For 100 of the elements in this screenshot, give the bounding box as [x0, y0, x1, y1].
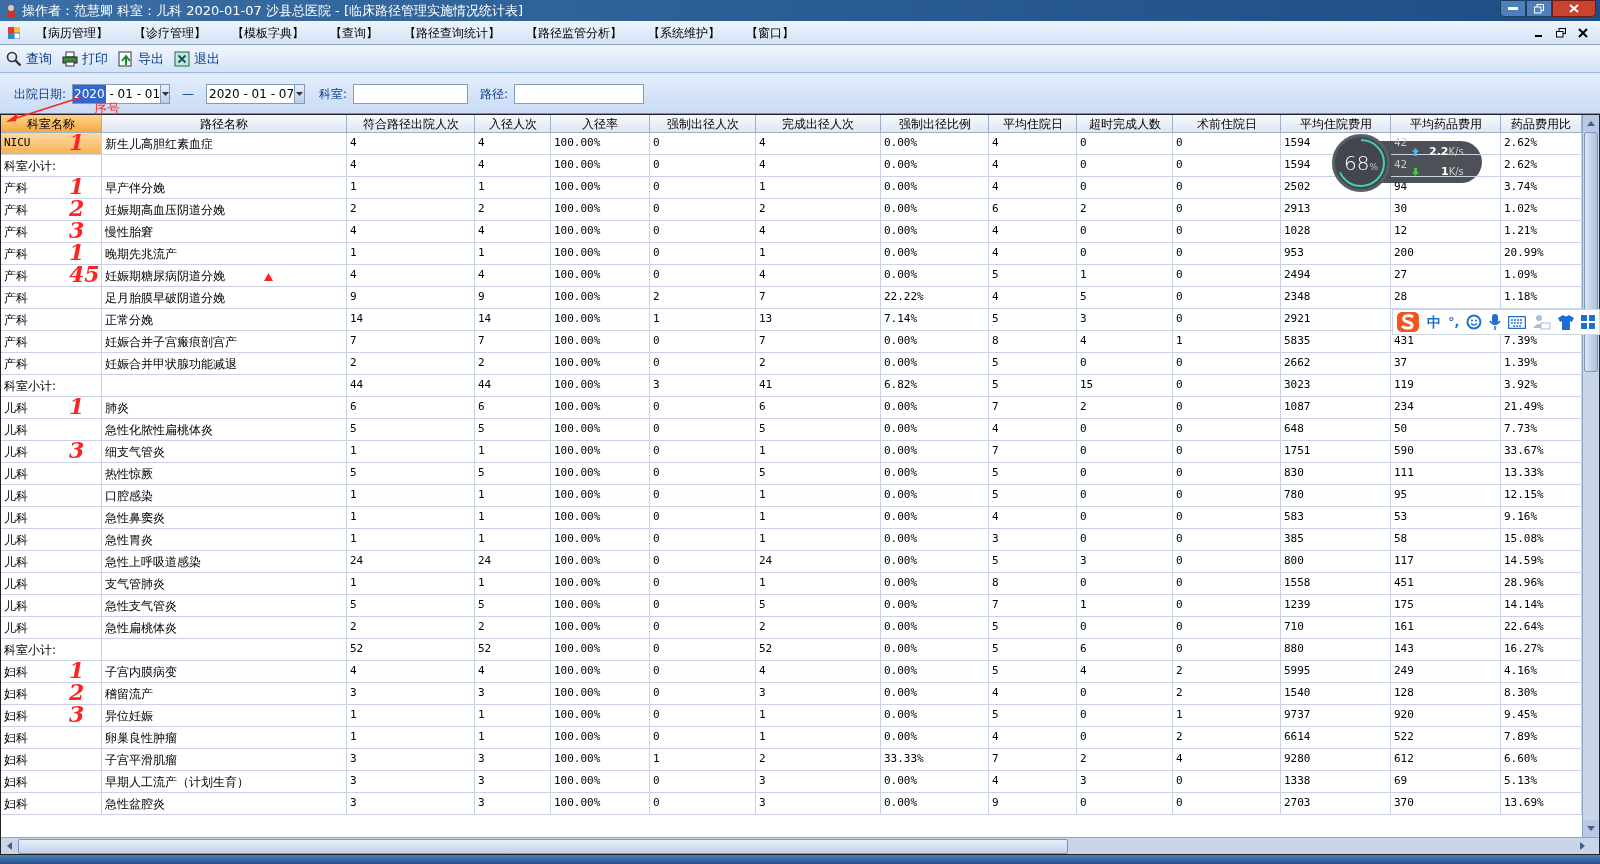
path-field[interactable] — [514, 84, 645, 104]
menu-item[interactable]: 【路径查询统计】 — [404, 23, 500, 42]
restore-icon[interactable] — [1556, 27, 1566, 38]
table-cell[interactable]: 产科 1 — [1, 243, 102, 265]
table-cell[interactable]: 妇科 — [1, 793, 102, 815]
table-cell: 0.00% — [881, 155, 989, 177]
table-cell[interactable]: 妇科 1 — [1, 661, 102, 683]
table-cell[interactable]: 儿科 — [1, 507, 102, 529]
table-cell[interactable]: 儿科 — [1, 617, 102, 639]
table-cell: 4 — [475, 133, 551, 155]
table-cell: 0.00% — [881, 265, 989, 287]
menu-item[interactable]: 【路径监管分析】 — [526, 23, 622, 42]
table-cell[interactable]: 儿科 — [1, 551, 102, 573]
microphone-icon[interactable] — [1489, 314, 1502, 330]
menu-item[interactable]: 【诊疗管理】 — [134, 23, 206, 42]
caret-icon[interactable] — [296, 92, 304, 96]
table-cell: 3 — [475, 771, 551, 793]
column-header[interactable]: 强制出径人次 — [650, 115, 756, 133]
minimize-button[interactable] — [1500, 0, 1526, 17]
table-cell: 慢性胎窘 — [102, 221, 347, 243]
keyboard-icon[interactable] — [1508, 315, 1527, 329]
table-cell[interactable]: 儿科 — [1, 595, 102, 617]
table-cell: 920 — [1391, 705, 1501, 727]
column-header[interactable]: 路径名称 — [102, 115, 347, 133]
menu-item[interactable]: 【模板字典】 — [232, 23, 304, 42]
table-cell: 100.00% — [551, 507, 650, 529]
column-header[interactable]: 超时完成人数 — [1077, 115, 1173, 133]
table-cell[interactable]: 产科 2 — [1, 199, 102, 221]
table-cell[interactable]: 产科 — [1, 287, 102, 309]
smiley-icon[interactable] — [1466, 314, 1483, 330]
toolbar-button[interactable]: 退出 — [174, 48, 220, 69]
table-cell: 0 — [1077, 353, 1173, 375]
scroll-left-icon[interactable] — [7, 842, 12, 850]
vertical-scrollbar[interactable] — [1582, 115, 1599, 837]
punctuation-mode[interactable]: °, — [1447, 312, 1460, 332]
column-header[interactable]: 入径人次 — [475, 115, 551, 133]
table-cell: 58 — [1391, 529, 1501, 551]
input-mode[interactable]: 中 — [1426, 311, 1441, 333]
close-button[interactable] — [1552, 0, 1596, 17]
table-cell: 1 — [347, 705, 475, 727]
maximize-button[interactable] — [1526, 0, 1552, 17]
table-cell: 3 — [1077, 771, 1173, 793]
table-cell[interactable]: 科室小计: — [1, 375, 102, 397]
toolbar-button[interactable]: 导出 — [118, 48, 164, 69]
date-field[interactable]: 2020 - 01 - 07 — [206, 84, 306, 104]
table-cell[interactable]: 妇科 — [1, 749, 102, 771]
table-cell[interactable]: 产科 45 — [1, 265, 102, 287]
table-cell: 0 — [1173, 639, 1281, 661]
table-cell[interactable]: 儿科 — [1, 419, 102, 441]
table-cell[interactable]: NICU 1 — [1, 133, 102, 155]
table-cell[interactable]: 妇科 2 — [1, 683, 102, 705]
table-cell[interactable]: 儿科 — [1, 573, 102, 595]
toolbar-button[interactable]: 查询 — [6, 48, 52, 69]
table-cell: 0 — [1077, 441, 1173, 463]
column-header[interactable]: 完成出径人次 — [756, 115, 881, 133]
table-cell: 0.00% — [881, 397, 989, 419]
table-cell: 0 — [650, 397, 756, 419]
scroll-up-icon[interactable] — [1587, 121, 1595, 126]
table-cell[interactable]: 科室小计: — [1, 639, 102, 661]
column-header[interactable]: 符合路径出院人次 — [347, 115, 475, 133]
column-header[interactable]: 强制出径比例 — [881, 115, 989, 133]
dept-field[interactable] — [353, 84, 469, 104]
table-cell[interactable]: 儿科 — [1, 463, 102, 485]
table-cell[interactable]: 产科 — [1, 309, 102, 331]
menu-item[interactable]: 【查询】 — [330, 23, 378, 42]
close-icon[interactable] — [1578, 27, 1588, 38]
column-header[interactable]: 平均药品费用 — [1391, 115, 1501, 133]
table-cell: 200 — [1391, 243, 1501, 265]
table-cell[interactable]: 儿科 1 — [1, 397, 102, 419]
table-cell[interactable]: 儿科 — [1, 529, 102, 551]
column-header[interactable]: 平均住院日 — [989, 115, 1077, 133]
table-cell[interactable]: 妇科 — [1, 727, 102, 749]
table-cell[interactable]: 产科 — [1, 353, 102, 375]
table-cell[interactable]: 妇科 3 — [1, 705, 102, 727]
menu-item[interactable]: 【窗口】 — [746, 23, 794, 42]
toolbar-button[interactable]: 打印 — [62, 48, 108, 69]
table-cell[interactable]: 科室小计: — [1, 155, 102, 177]
column-header[interactable]: 入径率 — [551, 115, 650, 133]
table-cell: 4 — [756, 265, 881, 287]
table-cell: 4 — [756, 155, 881, 177]
column-header[interactable]: 平均住院费用 — [1281, 115, 1391, 133]
table-cell[interactable]: 儿科 — [1, 485, 102, 507]
shirt-icon[interactable] — [1558, 314, 1575, 330]
table-cell: 100.00% — [551, 485, 650, 507]
menu-item[interactable]: 【病历管理】 — [36, 23, 108, 42]
table-cell[interactable]: 产科 1 — [1, 177, 102, 199]
table-cell[interactable]: 产科 — [1, 331, 102, 353]
scroll-right-icon[interactable] — [1579, 842, 1585, 850]
table-cell[interactable]: 妇科 — [1, 771, 102, 793]
caret-icon[interactable] — [161, 92, 169, 96]
table-cell: 100.00% — [551, 705, 650, 727]
grid-icon[interactable] — [1581, 314, 1596, 330]
table-cell[interactable]: 儿科 3 — [1, 441, 102, 463]
ime-logo-icon[interactable] — [1396, 311, 1420, 333]
table-cell[interactable]: 产科 3 — [1, 221, 102, 243]
column-header[interactable]: 术前住院日 — [1173, 115, 1281, 133]
horizontal-scrollbar[interactable] — [1, 837, 1599, 854]
menu-item[interactable]: 【系统维护】 — [648, 23, 720, 42]
column-header[interactable]: 科室名称 — [1, 115, 102, 133]
scroll-down-icon[interactable] — [1587, 826, 1595, 831]
